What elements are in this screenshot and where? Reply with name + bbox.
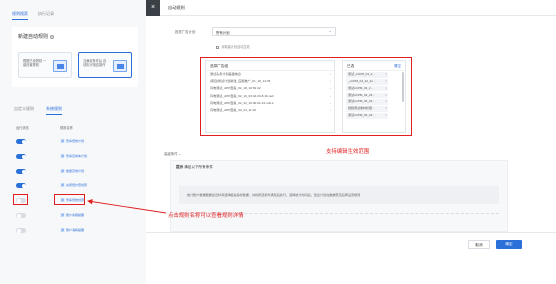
rule-toggle[interactable]: [16, 169, 26, 174]
condition-title: 提示 满足以下所有条件: [176, 165, 213, 169]
scope-select[interactable]: 所有计划: [212, 27, 336, 36]
annotation-highlight-toggle: [13, 194, 28, 205]
selected-chip[interactable]: 测试oCPM_04_22… ×: [346, 92, 388, 99]
tab-custom-rules[interactable]: 自定义规则: [14, 106, 34, 115]
rule-name-link[interactable]: 通放量高效计划: [60, 169, 84, 173]
rule-toggle[interactable]: [16, 228, 26, 233]
selected-chip[interactable]: _oCPM_04_22_11… ×: [346, 79, 388, 85]
remove-icon: ×: [385, 92, 387, 97]
checkbox-icon[interactable]: [216, 45, 220, 49]
rule-row: 通暂停低效计划: [14, 137, 138, 147]
scope-transfer: 选择广告组 测试头条计划基础信息 › [项目]测试计划新建_应用推广_01_18_…: [200, 57, 412, 136]
advanced-label[interactable]: 高级条件 ⌄: [164, 151, 181, 156]
remove-icon: ×: [385, 72, 387, 77]
option-condition-rule[interactable]: 当满足条件后 自动执行相应操作: [78, 52, 132, 78]
clear-button[interactable]: 清空: [394, 64, 401, 69]
tab-exec-log[interactable]: 执行记录: [38, 11, 54, 20]
transfer-selected-panel: 已选 清空 测试_oCPM_04_2… × _oCPM_04_22_11… × 测试o…: [342, 60, 406, 133]
selected-chip[interactable]: 测试_oCPM_04_2… ×: [346, 72, 388, 78]
remove-icon: ×: [385, 85, 387, 90]
annotation-rule-detail: 点击规则名称可以查看规则详情: [168, 213, 244, 219]
list-item[interactable]: 闪电测试_APP直投_02_23_11:16 ›: [206, 107, 334, 114]
col-name-header: 规则名称: [60, 126, 73, 130]
rule-name-link[interactable]: 通账户消耗提醒: [60, 228, 84, 232]
transfer-source-panel: 选择广告组 测试头条计划基础信息 › [项目]测试计划新建_应用推广_01_18_…: [205, 60, 335, 133]
rule-name-link[interactable]: 通关闭低价值创意: [60, 183, 87, 187]
auto-apply-checkbox[interactable]: 对新建计划自动生效: [216, 44, 250, 49]
list-item[interactable]: 闪电测试_APP直投_02_22_10:30:01-13-null-2 ›: [206, 100, 334, 107]
chevron-right-icon: ›: [329, 107, 331, 112]
tab-rule-search[interactable]: 规则搜索: [12, 11, 28, 20]
list-item[interactable]: 测试头条计划基础信息 ›: [206, 71, 334, 78]
option-quick-rule[interactable]: 根据已设规则 一键设置规则: [18, 52, 72, 78]
transfer-selected-header: 已选 清空: [343, 61, 405, 71]
rules-side-panel: 规则搜索 执行记录 新建自动规则? 根据已设规则 一键设置规则 当满足条件后 自…: [0, 0, 146, 284]
help-icon[interactable]: ?: [50, 35, 55, 39]
rule-type-tabs: 自定义规则 系统规则: [14, 106, 62, 115]
chevron-right-icon: ›: [329, 93, 331, 98]
new-rule-card: 新建自动规则? 根据已设规则 一键设置规则 当满足条件后 自动执行相应操作: [12, 27, 138, 87]
rule-toggle[interactable]: [16, 139, 26, 144]
selected-chip[interactable]: 视频测试素材标题… ×: [346, 106, 388, 112]
remove-icon: ×: [385, 113, 387, 118]
annotation-highlight-rule-name: [54, 194, 85, 205]
selected-chip[interactable]: 测试oCPM_04_2… ×: [346, 85, 388, 92]
tab-system-rules[interactable]: 系统规则: [46, 106, 62, 115]
rule-toggle[interactable]: [16, 154, 26, 159]
list-item[interactable]: 闪电测试_APP直投_02_18_16:52:42 ›: [206, 85, 334, 92]
list-item[interactable]: 闪电测试_APP直投_02_19_03:44:23-8-19-null ›: [206, 93, 334, 100]
dialog-title: 自动规则: [168, 5, 185, 10]
col-status-header: 运行状态: [16, 126, 29, 130]
selected-chip[interactable]: 测试oCPM_04_22… ×: [346, 113, 388, 119]
footer-divider: [146, 232, 556, 233]
rule-row: 通账户消耗提醒: [14, 226, 138, 236]
rule-toggle[interactable]: [16, 183, 26, 188]
remove-icon: ×: [385, 106, 387, 111]
rule-name-link[interactable]: 通暂停低效计划: [60, 139, 84, 143]
chevron-right-icon: ›: [329, 86, 331, 91]
remove-icon: ×: [385, 99, 387, 104]
new-rule-title: 新建自动规则?: [18, 34, 55, 40]
cancel-button[interactable]: 取消: [468, 240, 490, 249]
condition-hint: 统计账户数据根据最近时间选择相关指标数据，并将所选条件满足后执行。选择统计时间后…: [179, 186, 499, 204]
selected-scrollbar[interactable]: [402, 72, 404, 102]
rule-row: 通关闭低价值创意: [14, 181, 138, 191]
rule-row: 通放量高效计划: [14, 167, 138, 177]
panel-tabs: 规则搜索 执行记录: [12, 11, 54, 20]
condition-panel: 提示 满足以下所有条件 统计账户数据根据最近时间选择相关指标数据，并将所选条件满…: [170, 160, 508, 232]
scope-label: 投放广告计划: [175, 30, 196, 34]
rule-toggle[interactable]: [16, 213, 26, 218]
remove-icon: ×: [385, 79, 387, 84]
rule-row: 通暂停高成本计划: [14, 152, 138, 162]
chevron-right-icon: ›: [329, 79, 331, 84]
chevron-right-icon: ›: [329, 72, 331, 76]
rule-name-link[interactable]: 通账户余额提醒: [60, 213, 84, 217]
condition-rule-icon: [113, 60, 127, 72]
selected-chip[interactable]: 测试oCPM_04_22… ×: [346, 99, 388, 105]
rule-name-link[interactable]: 通暂停高成本计划: [60, 154, 87, 158]
chevron-right-icon: ›: [329, 100, 331, 105]
list-item[interactable]: [项目]测试计划新建_应用推广_01_18_14:45 ›: [206, 78, 334, 85]
close-icon[interactable]: ×: [146, 0, 160, 16]
confirm-button[interactable]: 确定: [496, 240, 522, 249]
rule-template-icon: [53, 60, 67, 72]
dialog-header: [146, 0, 556, 16]
rule-row: 通账户余额提醒: [14, 211, 138, 221]
transfer-source-header: 选择广告组: [206, 61, 334, 71]
annotation-scope: 支持编辑生效范围: [326, 149, 370, 155]
